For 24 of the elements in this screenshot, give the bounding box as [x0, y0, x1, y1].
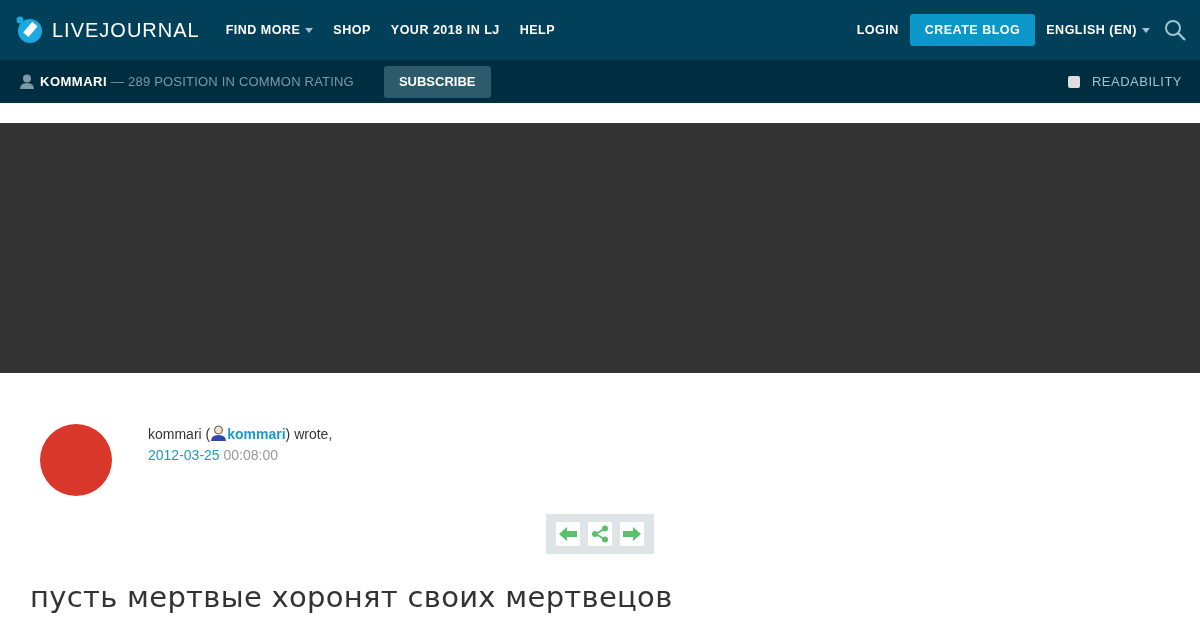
rating-text: — 289 POSITION IN COMMON RATING — [111, 74, 354, 89]
nav-link[interactable]: HELP — [511, 17, 564, 43]
logo-text[interactable]: LIVEJOURNAL — [52, 18, 200, 42]
share-icon — [591, 525, 609, 543]
caret-icon — [1142, 27, 1150, 33]
caret-icon — [305, 27, 314, 33]
user-icon — [210, 425, 228, 441]
entry-title: пусть мертвые хоронят своих мертвецов — [30, 580, 674, 614]
readability-checkbox[interactable] — [1067, 75, 1080, 88]
language-selector[interactable]: ENGLISH (EN) — [1038, 17, 1158, 43]
user-icon — [20, 74, 34, 89]
logo-icon — [16, 16, 44, 44]
right-arrow-icon — [623, 527, 641, 541]
author-line: kommari ( kommari) wrote, — [148, 424, 333, 444]
readability-label[interactable]: READABILITY — [1091, 74, 1182, 89]
login-link[interactable]: LOGIN — [848, 17, 907, 43]
entry-time: 00:08:00 — [223, 447, 278, 463]
nav-link[interactable]: FIND MORE — [217, 17, 322, 43]
nav-link[interactable]: SHOP — [325, 17, 379, 43]
search-icon[interactable] — [1164, 19, 1186, 41]
username[interactable]: KOMMARI — [40, 74, 108, 89]
nav-link[interactable]: YOUR 2018 IN LJ — [382, 17, 508, 43]
subscribe-button[interactable]: SUBSCRIBE — [383, 65, 491, 98]
left-arrow-icon — [559, 527, 577, 541]
